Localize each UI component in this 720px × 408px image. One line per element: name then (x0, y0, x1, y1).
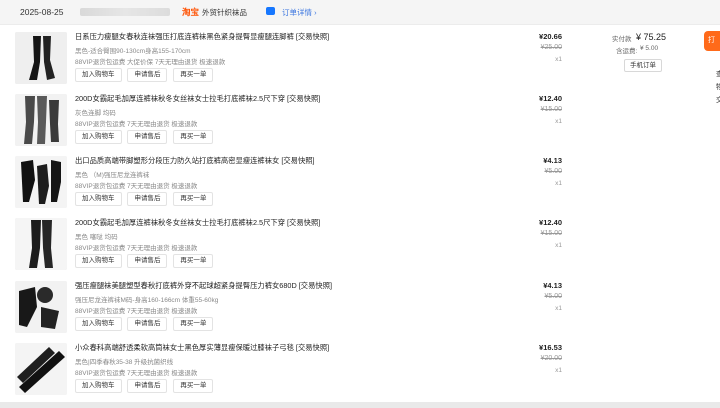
add-to-cart-button[interactable]: 加入购物车 (75, 254, 122, 268)
side-link-view[interactable]: 查 (716, 68, 720, 81)
item-quantity: x1 (555, 305, 562, 312)
order-item: 200D女霸起毛加厚连裤袜秋冬女丝袜女士拉毛打底裤袜2.5尺下穿 [交易快照] … (0, 218, 700, 276)
product-thumbnail[interactable] (15, 94, 67, 146)
product-title[interactable]: 出口品质高端带脚塑形分段压力防久站打底裤高密显瘦连裤袜女 [交易快照] (75, 156, 315, 166)
product-spec: 黑色 （M)强压尼龙连裤袜 (75, 172, 150, 179)
item-original-price: ¥20.00 (540, 355, 562, 362)
item-price: ¥12.40 (539, 94, 562, 103)
order-item: 小众春科高端舒透柔软高筒袜女士黑色厚实薄显瘦保暖过膝袜子弓毯 [交易快照] 黑色… (0, 343, 700, 401)
service-tags: 88VIP退货包运费 7天无理由退货 极速退款 (75, 245, 198, 252)
order-date: 2025-08-25 (20, 7, 64, 17)
after-sale-button[interactable]: 申请售后 (127, 254, 168, 268)
taobao-logo: 淘宝 (182, 7, 200, 17)
side-link-trade[interactable]: 交 (716, 94, 720, 107)
add-to-cart-button[interactable]: 加入购物车 (75, 192, 122, 206)
item-original-price: ¥15.00 (540, 106, 562, 113)
buy-again-button[interactable]: 再买一单 (173, 130, 214, 144)
item-price: ¥4.13 (543, 156, 562, 165)
item-price: ¥4.13 (543, 281, 562, 290)
buy-again-button[interactable]: 再买一单 (173, 68, 214, 82)
product-title[interactable]: 强压瘦腿袜美腿塑型春秋打底裤外穿不起球超紧身提臀压力裤女680D [交易快照] (75, 281, 332, 291)
buy-again-button[interactable]: 再买一单 (173, 192, 214, 206)
service-tags: 88VIP退货包运费 7天无理由退货 极速退款 (75, 370, 198, 377)
item-quantity: x1 (555, 367, 562, 374)
after-sale-button[interactable]: 申请售后 (127, 379, 168, 393)
order-detail-link[interactable]: 订单详情 › (282, 7, 317, 18)
order-number-blurred (80, 8, 170, 16)
product-spec: 黑色 噻哒 均码 (75, 234, 118, 241)
service-tags: 88VIP退货包运费 7天无理由退货 极速退款 (75, 121, 198, 128)
product-spec: 黑色-适合臀围90-130cm身高155-170cm (75, 48, 191, 55)
item-price: ¥16.53 (539, 343, 562, 352)
service-tags: 88VIP退货包运费 7天无理由退货 极速退款 (75, 183, 198, 190)
product-thumbnail[interactable] (15, 218, 67, 270)
after-sale-button[interactable]: 申请售后 (127, 130, 168, 144)
buy-again-button[interactable]: 再买一单 (173, 254, 214, 268)
item-price: ¥12.40 (539, 218, 562, 227)
after-sale-button[interactable]: 申请售后 (127, 317, 168, 331)
product-thumbnail[interactable] (15, 156, 67, 208)
item-original-price: ¥15.00 (540, 230, 562, 237)
item-original-price: ¥5.00 (544, 168, 562, 175)
side-link-logistics[interactable]: 物 (716, 81, 720, 94)
service-tags: 88VIP退货包运费 7天无理由退货 极速退款 (75, 308, 198, 315)
product-spec: 灰色连脚 均码 (75, 110, 116, 117)
add-to-cart-button[interactable]: 加入购物车 (75, 317, 122, 331)
chat-icon[interactable] (266, 7, 275, 15)
product-spec: 黑色|四季春秋35-38 升级抗菌织线 (75, 359, 174, 366)
product-title[interactable]: 日系压力瘦腿女春秋连袜强压打底连裤袜黑色紧身提臀显瘦腿连脚裤 [交易快照] (75, 32, 329, 42)
add-to-cart-button[interactable]: 加入购物车 (75, 379, 122, 393)
add-to-cart-button[interactable]: 加入购物车 (75, 130, 122, 144)
order-header: 2025-08-25 淘宝 外贸针织袜品 订单详情 › (0, 0, 720, 25)
product-title[interactable]: 200D女霸起毛加厚连裤袜秋冬女丝袜女士拉毛打底裤袜2.5尺下穿 [交易快照] (75, 94, 320, 104)
buy-again-button[interactable]: 再买一单 (173, 379, 214, 393)
item-original-price: ¥25.00 (540, 44, 562, 51)
order-item: 日系压力瘦腿女春秋连袜强压打底连裤袜黑色紧身提臀显瘦腿连脚裤 [交易快照] 黑色… (0, 32, 700, 90)
product-thumbnail[interactable] (15, 281, 67, 333)
product-thumbnail[interactable] (15, 343, 67, 395)
item-quantity: x1 (555, 56, 562, 63)
item-quantity: x1 (555, 180, 562, 187)
product-title[interactable]: 200D女霸起毛加厚连裤袜秋冬女丝袜女士拉毛打底裤袜2.5尺下穿 [交易快照] (75, 218, 320, 228)
order-item: 出口品质高端带脚塑形分段压力防久站打底裤高密显瘦连裤袜女 [交易快照] 黑色 （… (0, 156, 700, 214)
after-sale-button[interactable]: 申请售后 (127, 192, 168, 206)
add-to-cart-button[interactable]: 加入购物车 (75, 68, 122, 82)
side-actions: 查 物 交 (716, 68, 720, 107)
action-button-orange[interactable]: 打 (704, 31, 720, 51)
item-original-price: ¥5.00 (544, 293, 562, 300)
shop-name[interactable]: 外贸针织袜品 (202, 7, 247, 18)
item-quantity: x1 (555, 118, 562, 125)
product-thumbnail[interactable] (15, 32, 67, 84)
item-price: ¥20.66 (539, 32, 562, 41)
product-spec: 强压尼龙连裤袜M码-身高160-166cm 体重55-60kg (75, 297, 219, 304)
product-title[interactable]: 小众春科高端舒透柔软高筒袜女士黑色厚实薄显瘦保暖过膝袜子弓毯 [交易快照] (75, 343, 329, 353)
service-tags: 88VIP退货包运费 大促价保 7天无理由退货 极速退款 (75, 59, 226, 66)
order-item: 200D女霸起毛加厚连裤袜秋冬女丝袜女士拉毛打底裤袜2.5尺下穿 [交易快照] … (0, 94, 700, 152)
next-order-divider (0, 402, 720, 408)
order-item: 强压瘦腿袜美腿塑型春秋打底裤外穿不起球超紧身提臀压力裤女680D [交易快照] … (0, 281, 700, 339)
buy-again-button[interactable]: 再买一单 (173, 317, 214, 331)
after-sale-button[interactable]: 申请售后 (127, 68, 168, 82)
item-quantity: x1 (555, 242, 562, 249)
